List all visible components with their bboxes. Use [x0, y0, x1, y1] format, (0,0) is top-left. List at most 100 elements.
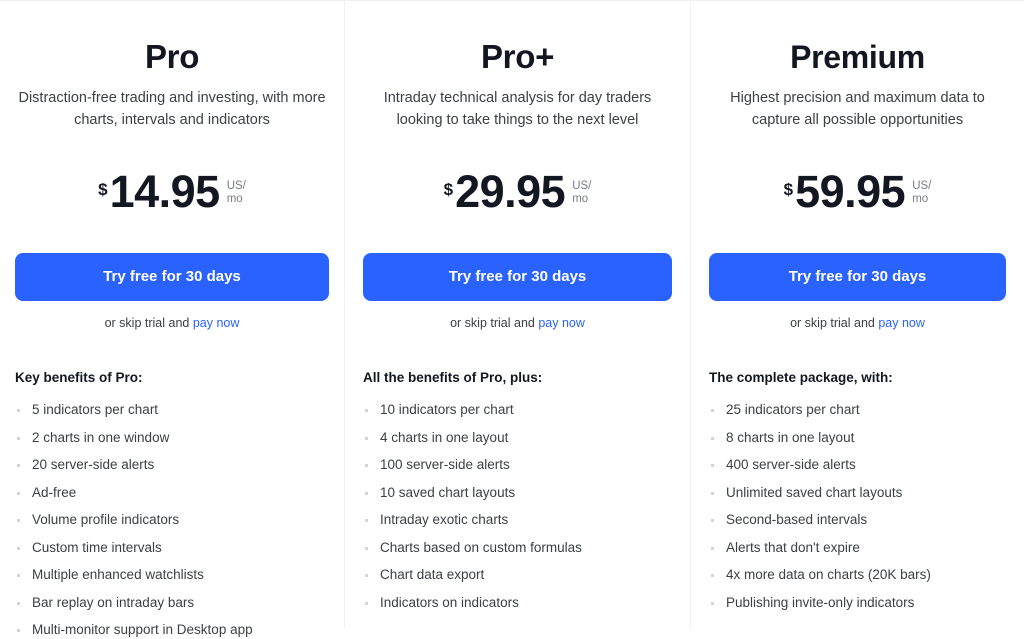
try-free-button-proplus[interactable]: Try free for 30 days	[363, 253, 672, 301]
benefit-label: 25 indicators per chart	[726, 402, 860, 417]
benefits-heading-pro: Key benefits of Pro:	[15, 370, 143, 385]
price-period: US/ mo	[226, 180, 246, 205]
benefit-label: Custom time intervals	[32, 539, 162, 555]
skip-trial-row-pro: or skip trial and pay now	[15, 315, 329, 331]
try-free-button-premium[interactable]: Try free for 30 days	[709, 253, 1006, 301]
list-item: 8 charts in one layout	[709, 429, 1006, 447]
benefit-label: Unlimited saved chart layouts	[726, 484, 903, 500]
plan-title-proplus: Pro+	[480, 38, 555, 75]
skip-trial-row-premium: or skip trial and pay now	[709, 315, 1006, 331]
benefit-label: 4x more data on charts (20K bars)	[726, 567, 931, 582]
bullet-icon	[365, 546, 368, 550]
benefit-label: Alerts that don't expire	[726, 539, 860, 555]
plan-title-pro: Pro	[144, 38, 200, 75]
list-item: 10 indicators per chart	[363, 401, 672, 419]
bullet-icon	[711, 464, 714, 467]
bullet-icon	[711, 574, 714, 577]
plan-price-premium: $ 59.95 US/ mo	[709, 169, 1006, 227]
list-item: Charts based on custom formulas	[363, 539, 672, 557]
bullet-icon	[17, 491, 20, 495]
bullet-icon	[17, 546, 20, 550]
bullet-icon	[17, 409, 20, 412]
plan-price-proplus: $ 29.95 US/ mo	[363, 169, 672, 227]
bullet-icon	[711, 491, 714, 495]
list-item: Ad-free	[15, 484, 329, 502]
bullet-icon	[365, 519, 368, 522]
bullet-icon	[711, 409, 714, 412]
benefit-label: Multi-monitor support in Desktop app	[32, 622, 253, 637]
bullet-icon	[365, 436, 368, 440]
list-item: Intraday exotic charts	[363, 511, 672, 529]
list-item: Second-based intervals	[709, 511, 1006, 529]
plan-price-pro: $ 14.95 US/ mo	[15, 169, 329, 227]
benefit-label: 10 saved chart layouts	[380, 484, 516, 500]
benefit-label: Bar replay on intraday bars	[32, 594, 195, 610]
currency-symbol: $	[783, 180, 794, 199]
price-amount: 59.95	[795, 166, 906, 217]
benefit-label: 8 charts in one layout	[726, 429, 855, 445]
benefit-label: Ad-free	[32, 484, 77, 500]
benefit-label: 2 charts in one window	[32, 429, 170, 445]
skip-trial-row-proplus: or skip trial and pay now	[363, 315, 672, 331]
benefit-label: 4 charts in one layout	[380, 429, 509, 445]
benefit-label: Volume profile indicators	[32, 512, 180, 527]
benefit-label: Charts based on custom formulas	[380, 539, 582, 555]
benefit-label: Multiple enhanced watchlists	[32, 567, 204, 582]
benefit-label: 400 server-side alerts	[726, 457, 856, 472]
benefits-list-pro: 5 indicators per chart 2 charts in one w…	[15, 401, 329, 639]
benefit-label: Chart data export	[380, 567, 485, 582]
benefit-label: Second-based intervals	[726, 512, 868, 527]
bullet-icon	[711, 546, 714, 550]
pay-now-link-proplus[interactable]: pay now	[538, 316, 585, 330]
benefit-label: 100 server-side alerts	[380, 457, 510, 472]
skip-trial-text: or skip trial and	[790, 316, 879, 330]
list-item: Bar replay on intraday bars	[15, 594, 329, 612]
bullet-icon	[17, 519, 20, 522]
plan-card-premium: Premium Highest precision and maximum da…	[690, 1, 1024, 628]
benefit-label: 5 indicators per chart	[32, 402, 159, 417]
list-item: Multiple enhanced watchlists	[15, 566, 329, 584]
list-item: 25 indicators per chart	[709, 401, 1006, 419]
benefit-label: Intraday exotic charts	[380, 512, 509, 527]
list-item: Multi-monitor support in Desktop app	[15, 621, 329, 639]
bullet-icon	[17, 464, 20, 467]
benefit-label: 10 indicators per chart	[380, 402, 514, 417]
list-item: Volume profile indicators	[15, 511, 329, 529]
list-item: 2 charts in one window	[15, 429, 329, 447]
bullet-icon	[711, 436, 714, 440]
currency-symbol: $	[98, 180, 108, 199]
pricing-plans-container: Pro Distraction-free trading and investi…	[0, 0, 1024, 637]
list-item: Publishing invite-only indicators	[709, 594, 1006, 612]
list-item: 5 indicators per chart	[15, 401, 329, 419]
bullet-icon	[365, 491, 368, 495]
benefit-label: 20 server-side alerts	[32, 457, 155, 472]
benefits-list-premium: 25 indicators per chart 8 charts in one …	[709, 401, 1006, 612]
bullet-icon	[17, 601, 20, 605]
bullet-icon	[17, 574, 20, 577]
pay-now-link-pro[interactable]: pay now	[193, 316, 240, 330]
bullet-icon	[365, 601, 368, 605]
price-amount: 29.95	[455, 166, 566, 217]
price-period: US/ mo	[912, 180, 932, 205]
bullet-icon	[711, 519, 714, 522]
benefit-label: Publishing invite-only indicators	[726, 594, 915, 610]
list-item: 100 server-side alerts	[363, 456, 672, 474]
price-period: US/ mo	[572, 180, 592, 205]
price-amount: 14.95	[109, 166, 221, 217]
plan-description-pro: Distraction-free trading and investing, …	[18, 90, 326, 128]
list-item: 20 server-side alerts	[15, 456, 329, 474]
list-item: Alerts that don't expire	[709, 539, 1006, 557]
benefit-label: Indicators on indicators	[380, 594, 519, 610]
list-item: 10 saved chart layouts	[363, 484, 672, 502]
plan-description-proplus: Intraday technical analysis for day trad…	[383, 90, 652, 128]
bullet-icon	[711, 601, 714, 605]
list-item: Unlimited saved chart layouts	[709, 484, 1006, 502]
pay-now-link-premium[interactable]: pay now	[878, 316, 925, 330]
list-item: 4x more data on charts (20K bars)	[709, 566, 1006, 584]
list-item: Chart data export	[363, 566, 672, 584]
skip-trial-text: or skip trial and	[104, 316, 193, 330]
benefits-list-proplus: 10 indicators per chart 4 charts in one …	[363, 401, 672, 612]
list-item: Custom time intervals	[15, 539, 329, 557]
plan-card-pro: Pro Distraction-free trading and investi…	[0, 1, 344, 637]
try-free-button-pro[interactable]: Try free for 30 days	[15, 253, 329, 301]
